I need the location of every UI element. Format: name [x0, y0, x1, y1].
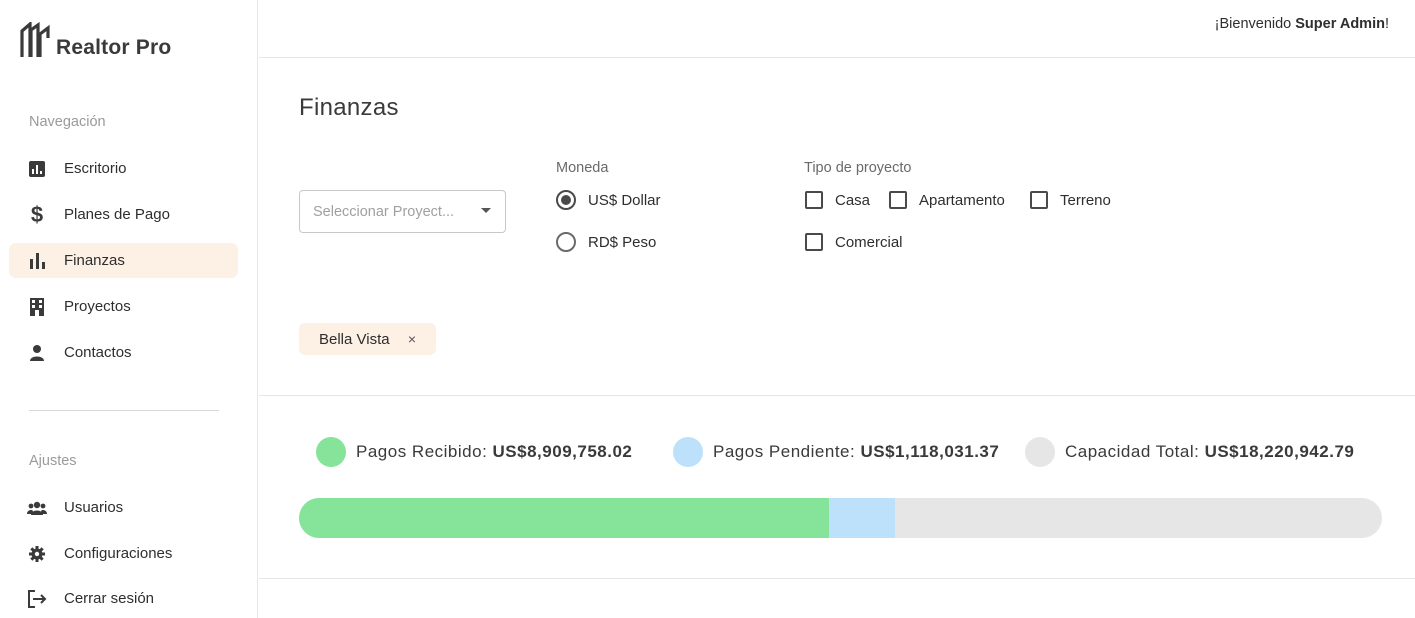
chart-box-icon [27, 159, 47, 179]
sidebar-item-label: Escritorio [64, 160, 127, 177]
checkbox-label: Apartamento [919, 191, 1005, 209]
sidebar-item-label: Planes de Pago [64, 206, 170, 223]
checkbox-icon [805, 233, 823, 251]
section-divider [259, 395, 1415, 396]
sidebar-item-label: Contactos [64, 344, 132, 361]
gear-icon [27, 544, 47, 564]
chip-label: Bella Vista [319, 330, 390, 348]
app-logo[interactable]: Realtor Pro [20, 22, 172, 59]
sidebar-item-escritorio[interactable]: Escritorio [9, 151, 238, 186]
radio-unchecked-icon [556, 232, 576, 252]
building-icon [27, 297, 47, 317]
legend-value: US$1,118,031.37 [860, 441, 1000, 461]
radio-usd[interactable]: US$ Dollar [556, 189, 661, 211]
sidebar: Realtor Pro Navegación Escritorio $ Plan… [0, 0, 258, 618]
close-icon[interactable]: × [408, 331, 416, 347]
checkbox-label: Comercial [835, 233, 903, 251]
sidebar-item-usuarios[interactable]: Usuarios [9, 490, 238, 525]
checkbox-label: Terreno [1060, 191, 1111, 209]
project-select-placeholder: Seleccionar Proyect... [313, 203, 455, 220]
sidebar-item-contactos[interactable]: Contactos [9, 335, 238, 370]
legend-text-total: Capacidad Total: US$18,220,942.79 [1065, 442, 1354, 462]
legend-dot-pending [673, 436, 703, 467]
selected-project-chip: Bella Vista × [299, 323, 436, 355]
checkbox-icon [1030, 191, 1048, 209]
radio-checked-icon [556, 190, 576, 210]
legend-label: Capacidad Total: [1065, 441, 1205, 461]
radio-label: US$ Dollar [588, 191, 661, 209]
sidebar-item-label: Usuarios [64, 499, 124, 516]
sidebar-item-cerrar-sesion[interactable]: Cerrar sesión [9, 581, 238, 616]
progress-segment-pending [828, 498, 896, 538]
sidebar-divider [29, 410, 219, 411]
welcome-message: ¡Bienvenido Super Admin! [1215, 16, 1389, 32]
legend-dot-received [316, 436, 346, 467]
legend-label: Pagos Pendiente: [713, 441, 861, 461]
bar-chart-icon [27, 251, 47, 271]
project-select[interactable]: Seleccionar Proyect... [299, 190, 506, 233]
logo-icon [20, 22, 50, 57]
currency-label: Moneda [556, 160, 609, 176]
checkbox-terreno[interactable]: Terreno [1030, 189, 1111, 211]
sidebar-item-finanzas[interactable]: Finanzas [9, 243, 238, 278]
sidebar-item-planes-de-pago[interactable]: $ Planes de Pago [9, 197, 238, 232]
page-title: Finanzas [299, 94, 399, 121]
checkbox-label: Casa [835, 191, 871, 209]
legend-text-received: Pagos Recibido: US$8,909,758.02 [356, 442, 632, 462]
chevron-down-icon [481, 208, 491, 213]
checkbox-apartamento[interactable]: Apartamento [889, 189, 1005, 211]
sidebar-item-configuraciones[interactable]: Configuraciones [9, 536, 238, 571]
legend-pending: Pagos Pendiente: US$1,118,031.37 [673, 436, 999, 467]
user-name: Super Admin [1295, 16, 1385, 32]
sidebar-item-label: Finanzas [64, 252, 125, 269]
legend-value: US$8,909,758.02 [492, 441, 633, 461]
radio-label: RD$ Peso [588, 233, 657, 251]
legend-label: Pagos Recibido: [356, 441, 493, 461]
users-icon [27, 498, 47, 518]
section-divider-bottom [259, 578, 1415, 579]
legend-text-pending: Pagos Pendiente: US$1,118,031.37 [713, 442, 999, 462]
top-bar: ¡Bienvenido Super Admin! [259, 0, 1415, 58]
sidebar-item-label: Proyectos [64, 298, 131, 315]
dollar-icon: $ [30, 201, 44, 227]
legend-value: US$18,220,942.79 [1204, 441, 1355, 461]
welcome-prefix: ¡Bienvenido [1214, 16, 1296, 32]
checkbox-icon [889, 191, 907, 209]
sidebar-item-label: Cerrar sesión [64, 590, 155, 607]
checkbox-comercial[interactable]: Comercial [805, 231, 903, 253]
nav-section-title: Navegación [29, 114, 106, 130]
settings-section-title: Ajustes [29, 453, 77, 469]
checkbox-icon [805, 191, 823, 209]
radio-rd-peso[interactable]: RD$ Peso [556, 231, 656, 253]
person-icon [27, 343, 47, 363]
legend-total: Capacidad Total: US$18,220,942.79 [1025, 436, 1354, 467]
logout-icon [27, 589, 47, 609]
sidebar-item-label: Configuraciones [64, 545, 173, 562]
legend-dot-total [1025, 436, 1055, 467]
project-type-label: Tipo de proyecto [804, 160, 912, 176]
payments-progress-bar [299, 498, 1382, 538]
checkbox-casa[interactable]: Casa [805, 189, 870, 211]
app-name: Realtor Pro [56, 36, 172, 59]
legend-received: Pagos Recibido: US$8,909,758.02 [316, 436, 632, 467]
sidebar-item-proyectos[interactable]: Proyectos [9, 289, 238, 324]
welcome-suffix: ! [1384, 16, 1389, 32]
progress-segment-received [299, 498, 829, 538]
